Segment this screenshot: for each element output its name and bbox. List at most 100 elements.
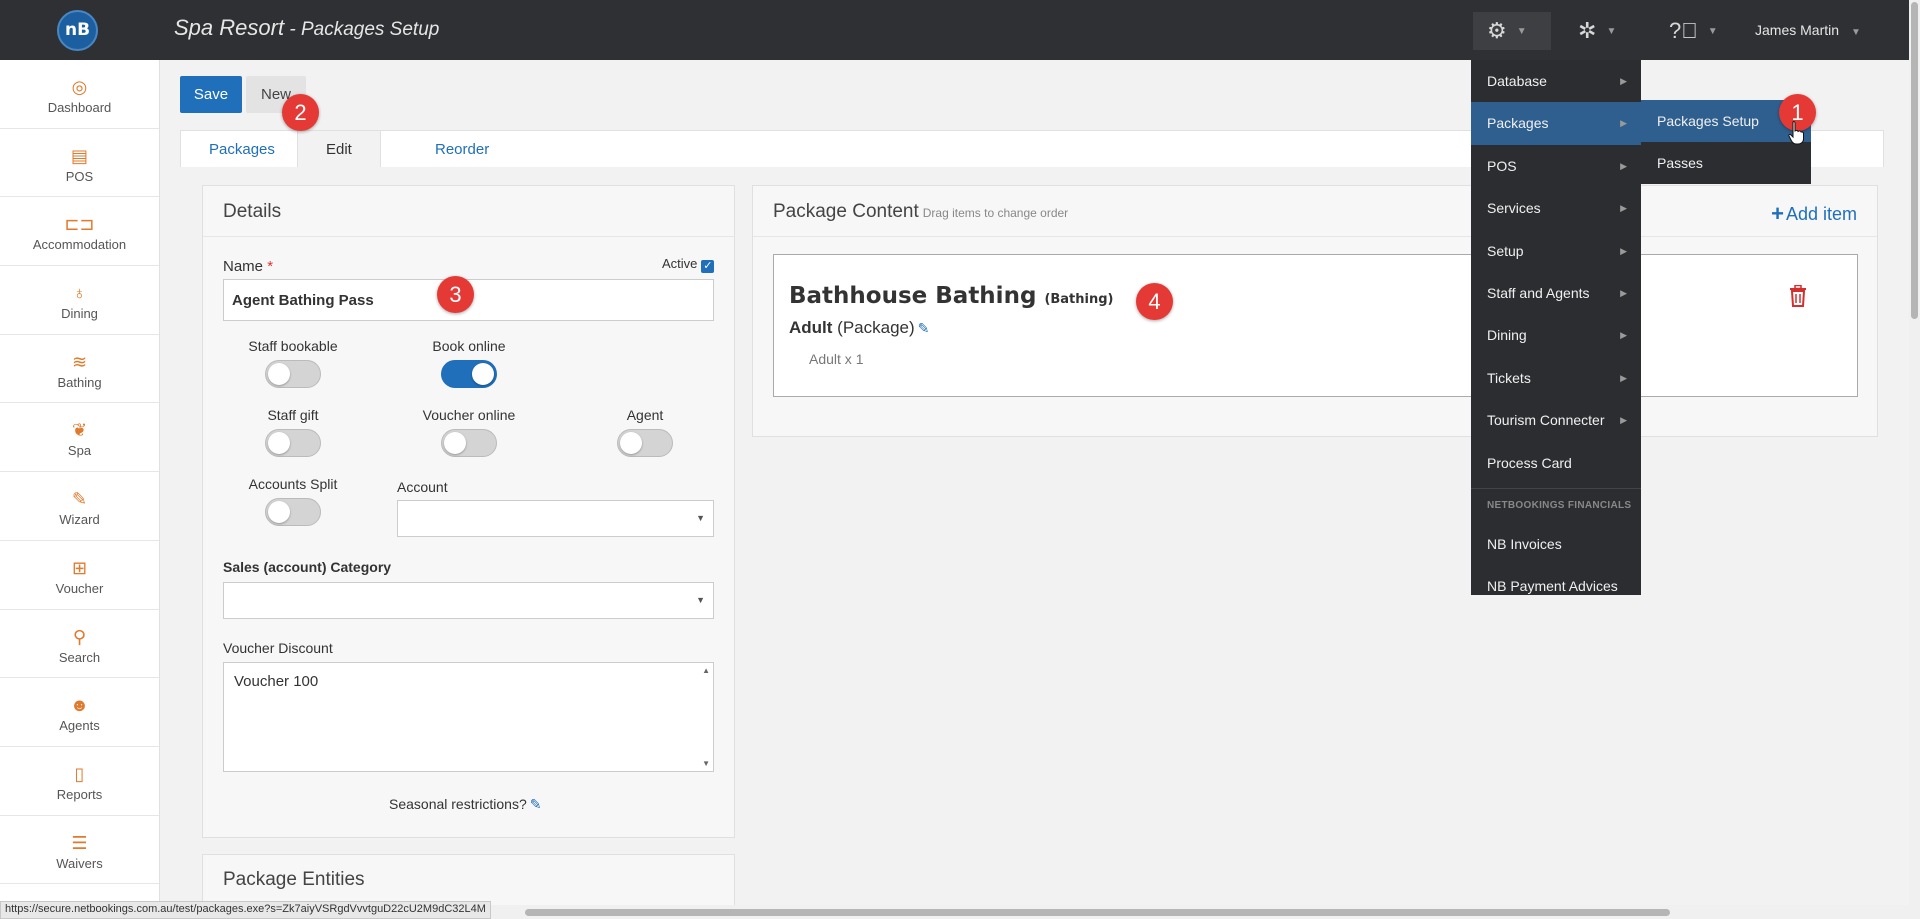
seasonal-restrictions-label: Seasonal restrictions? xyxy=(389,796,527,812)
package-content-title: Package Content xyxy=(773,201,919,222)
voucher-discount-textarea[interactable]: Voucher 100 ▲ ▼ xyxy=(223,662,714,772)
menu-item-label: Services xyxy=(1487,200,1541,217)
menu-item-label: Process Card xyxy=(1487,454,1572,471)
user-menu-toggle[interactable]: James Martin ▼ xyxy=(1755,22,1861,38)
menu-item-label: POS xyxy=(1487,157,1517,174)
menu-item-pos[interactable]: POS ▶ xyxy=(1471,145,1641,187)
step-badge-3: 3 xyxy=(437,276,474,313)
waves-icon: ≋ xyxy=(71,351,88,372)
user-name: James Martin xyxy=(1755,22,1840,38)
menu-item-database[interactable]: Database ▶ xyxy=(1471,60,1641,102)
menu-item-staff-and-agents[interactable]: Staff and Agents ▶ xyxy=(1471,272,1641,314)
account-select[interactable]: ▼ xyxy=(397,500,714,537)
menu-item-process-card[interactable]: Process Card xyxy=(1471,442,1641,484)
sidebar-item-waivers[interactable]: ☰ Waivers xyxy=(0,816,159,885)
accounts-split-label: Accounts Split xyxy=(248,476,338,492)
book-online-toggle[interactable] xyxy=(441,360,497,388)
menu-item-tourism-connecter[interactable]: Tourism Connecter ▶ xyxy=(1471,399,1641,441)
extensions-menu-toggle[interactable]: ✲ ▼ xyxy=(1578,12,1616,50)
staff-gift-toggle[interactable] xyxy=(265,429,321,457)
toggle-knob xyxy=(268,363,290,385)
scrollbar-thumb[interactable] xyxy=(1911,2,1918,319)
gears-icon: ⚙ xyxy=(1487,18,1507,43)
pos-icon: ▤ xyxy=(70,145,88,166)
pencil-icon[interactable]: ✎ xyxy=(918,320,930,336)
app-logo[interactable]: nB xyxy=(57,10,98,51)
menu-item-tickets[interactable]: Tickets ▶ xyxy=(1471,357,1641,399)
add-item-label: Add item xyxy=(1785,204,1857,224)
chevron-down-icon: ▼ xyxy=(1606,26,1617,38)
save-button[interactable]: Save xyxy=(180,76,242,113)
trash-icon[interactable] xyxy=(1789,285,1807,307)
search-icon: ⚲ xyxy=(72,626,87,647)
menu-item-nb-invoices[interactable]: NB Invoices xyxy=(1471,523,1641,565)
caret-right-icon: ▶ xyxy=(1620,203,1627,214)
submenu-item-passes[interactable]: Passes xyxy=(1641,142,1811,184)
menu-item-setup[interactable]: Setup ▶ xyxy=(1471,230,1641,272)
menu-item-label: NB Invoices xyxy=(1487,535,1562,552)
package-item-category: (Bathing) xyxy=(1044,292,1114,307)
toggle-knob xyxy=(444,432,466,454)
agent-toggle[interactable] xyxy=(617,429,673,457)
sidebar-item-reports[interactable]: ▯ Reports xyxy=(0,747,159,816)
sidebar-item-wizard[interactable]: ✎ Wizard xyxy=(0,472,159,541)
sales-category-select[interactable]: ▼ xyxy=(223,582,714,619)
checklist-icon: ☰ xyxy=(71,832,88,853)
package-item-type-label: Adult xyxy=(789,318,833,337)
sidebar-item-label: Dashboard xyxy=(47,100,112,115)
caret-down-icon: ▼ xyxy=(696,513,705,523)
account-label: Account xyxy=(397,479,448,495)
caret-down-icon: ▼ xyxy=(696,595,705,605)
scrollbar-thumb[interactable] xyxy=(525,909,1670,916)
package-item-type-kind: (Package) xyxy=(837,318,915,337)
menu-item-label: Packages Setup xyxy=(1657,113,1759,129)
sidebar-item-label: Reports xyxy=(56,786,103,802)
sidebar-item-dining[interactable]: ♁ Dining xyxy=(0,266,159,335)
staff-gift-label: Staff gift xyxy=(267,407,319,423)
menu-item-services[interactable]: Services ▶ xyxy=(1471,187,1641,229)
package-content-hint: Drag items to change order xyxy=(922,206,1069,220)
sales-category-label: Sales (account) Category xyxy=(223,559,392,575)
sidebar-item-voucher[interactable]: ⊞ Voucher xyxy=(0,541,159,610)
settings-menu-toggle[interactable]: ⚙ ▼ xyxy=(1473,12,1551,50)
seasonal-restrictions-link[interactable]: Seasonal restrictions? ✎ xyxy=(389,796,541,813)
sidebar-item-label: Wizard xyxy=(59,512,100,528)
menu-item-dining[interactable]: Dining ▶ xyxy=(1471,314,1641,356)
sidebar-item-accommodation[interactable]: ⊏⊐ Accommodation xyxy=(0,197,159,267)
sidebar-item-dashboard[interactable]: ◎ Dashboard xyxy=(0,60,159,129)
vertical-scrollbar[interactable] xyxy=(1909,0,1920,919)
lotus-icon: ❦ xyxy=(71,420,88,441)
sidebar-item-spa[interactable]: ❦ Spa xyxy=(0,403,159,473)
active-checkbox[interactable]: ✓ xyxy=(701,260,715,273)
package-item-card[interactable]: Bathhouse Bathing (Bathing) Adult (Packa… xyxy=(773,254,1858,397)
tab-packages[interactable]: Packages xyxy=(181,131,303,169)
staff-bookable-toggle[interactable] xyxy=(265,360,321,388)
scroll-up-icon[interactable]: ▲ xyxy=(702,666,710,675)
add-item-button[interactable]: + Add item xyxy=(1771,201,1857,227)
help-menu-toggle[interactable]: ?⃝ ▼ xyxy=(1669,12,1718,50)
sidebar-item-label: Spa xyxy=(67,443,92,459)
menu-item-nb-payment-advices[interactable]: NB Payment Advices xyxy=(1471,565,1641,607)
document-icon: ▯ xyxy=(74,763,85,784)
pencil-icon[interactable]: ✎ xyxy=(530,796,542,812)
scroll-down-icon[interactable]: ▼ xyxy=(702,759,710,768)
agent-field: Agent xyxy=(595,407,695,460)
accounts-split-toggle[interactable] xyxy=(265,498,321,526)
tab-edit[interactable]: Edit xyxy=(297,131,381,170)
sidebar-item-agents[interactable]: ☻ Agents xyxy=(0,678,159,747)
caret-right-icon: ▶ xyxy=(1620,372,1627,383)
sidebar-item-pos[interactable]: ▤ POS xyxy=(0,129,159,198)
menu-item-label: Packages xyxy=(1487,115,1549,132)
sidebar-item-search[interactable]: ⚲ Search xyxy=(0,610,159,679)
wand-icon: ✎ xyxy=(71,489,88,510)
sidebar-item-bathing[interactable]: ≋ Bathing xyxy=(0,335,159,404)
voucher-discount-value: Voucher 100 xyxy=(234,673,319,690)
caret-right-icon: ▶ xyxy=(1620,415,1627,426)
voucher-online-toggle[interactable] xyxy=(441,429,497,457)
plus-icon: + xyxy=(1771,201,1784,226)
tab-reorder[interactable]: Reorder xyxy=(407,131,517,169)
menu-item-label: Staff and Agents xyxy=(1487,284,1590,301)
voucher-discount-label: Voucher Discount xyxy=(223,640,333,656)
dining-icon: ♁ xyxy=(72,283,87,304)
menu-item-packages[interactable]: Packages ▶ xyxy=(1471,102,1641,145)
